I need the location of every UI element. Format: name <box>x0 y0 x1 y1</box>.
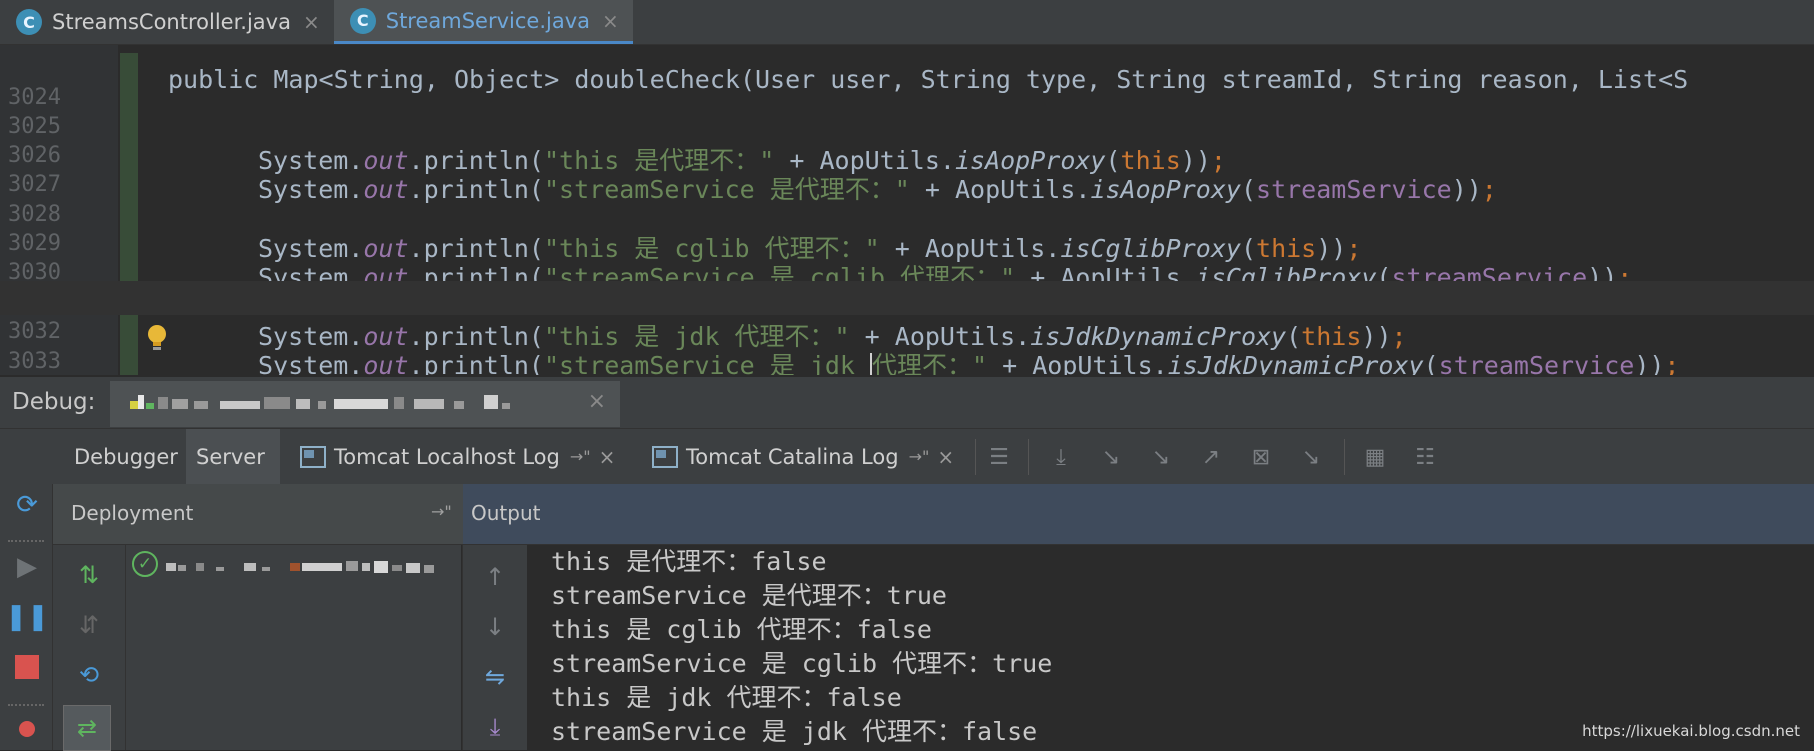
code-line: 3030 <box>0 222 1814 285</box>
tab-label: Tomcat Catalina Log <box>686 444 899 469</box>
step-into-icon[interactable]: ↘ <box>1096 443 1126 471</box>
breakpoints-icon[interactable] <box>12 714 42 744</box>
refresh-icon[interactable]: ⟳ <box>12 490 42 520</box>
blurred-session-name <box>130 395 510 409</box>
console-line: streamService 是 jdk 代理不：false <box>551 717 1038 746</box>
resume-icon[interactable]: ▶ <box>12 552 42 582</box>
code-text: System.out.println("streamService 是 jdk … <box>258 349 1679 375</box>
line-number: 3033 <box>8 349 61 374</box>
run-to-cursor-icon[interactable]: ↘ <box>1296 443 1326 471</box>
close-icon[interactable]: × <box>588 389 606 414</box>
scroll-down-icon[interactable]: ↓ <box>479 611 511 643</box>
tab-debugger[interactable]: Debugger <box>64 429 188 484</box>
code-line-current: 3032 System.out.println("streamService 是… <box>0 281 1814 375</box>
undeploy-icon[interactable]: ⇵ <box>73 609 105 641</box>
close-icon[interactable]: × <box>599 445 616 469</box>
scroll-up-icon[interactable]: ↑ <box>479 561 511 593</box>
trace-icon[interactable]: ☷ <box>1410 443 1440 471</box>
soft-wrap-icon[interactable]: ⇋ <box>479 661 511 693</box>
console-line: streamService 是代理不：true <box>551 581 947 610</box>
editor-tab-bar: C StreamsController.java × C StreamServi… <box>0 0 1814 45</box>
evaluate-expression-icon[interactable]: ▦ <box>1360 443 1390 471</box>
tab-label: Server <box>196 444 265 469</box>
deployment-list[interactable]: ✓ <box>126 545 461 750</box>
tab-label: StreamsController.java <box>52 10 291 34</box>
deployment-title: Deployment <box>71 501 194 525</box>
debug-session-tab[interactable]: × <box>110 381 620 427</box>
close-icon[interactable]: × <box>303 10 320 34</box>
pause-icon[interactable]: ❚❚ <box>5 602 49 632</box>
tab-label: Debugger <box>74 444 178 469</box>
step-over-icon[interactable]: ⤓ <box>1046 443 1076 471</box>
server-panel-header: Deployment →" Output <box>53 484 1814 545</box>
tab-tomcat-catalina-log[interactable]: Tomcat Catalina Log →" × <box>642 429 964 484</box>
separator <box>1028 439 1029 475</box>
console-output[interactable]: this 是代理不：false streamService 是代理不：true … <box>527 545 1814 750</box>
drop-frame-icon[interactable]: ⊠ <box>1246 443 1276 471</box>
separator <box>8 704 44 706</box>
tab-label: Tomcat Localhost Log <box>334 444 560 469</box>
check-icon: ✓ <box>132 551 158 577</box>
redeploy-icon[interactable]: ⟲ <box>73 659 105 691</box>
code-line-partial-bottom: 3033 <box>0 311 1814 374</box>
log-window-icon <box>652 445 678 468</box>
output-title: Output <box>471 501 541 525</box>
force-step-into-icon[interactable]: ↘ <box>1146 443 1176 471</box>
tab-stream-service[interactable]: C StreamService.java × <box>333 0 633 44</box>
close-icon[interactable]: × <box>937 445 954 469</box>
debug-label: Debug: <box>12 389 96 415</box>
deploy-icon[interactable]: ⇅ <box>73 559 105 591</box>
console-line: this 是 cglib 代理不：false <box>551 615 932 644</box>
separator <box>975 439 976 475</box>
lightbulb-icon[interactable] <box>144 323 170 353</box>
debug-tabs-toolbar: Debugger Server Tomcat Localhost Log →" … <box>0 428 1814 484</box>
stop-icon[interactable] <box>12 652 42 682</box>
console-line: streamService 是 cglib 代理不：true <box>551 649 1053 678</box>
debug-header: Debug: × <box>0 376 1814 429</box>
separator <box>8 540 44 542</box>
watermark: https://lixuekai.blog.csdn.net <box>1582 722 1800 740</box>
step-out-icon[interactable]: ↗ <box>1196 443 1226 471</box>
deployment-toolbar: ⇅ ⇵ ⟲ ⇄ <box>53 545 126 751</box>
code-editor[interactable]: public Map<String, Object> doubleCheck(U… <box>0 45 1814 375</box>
log-window-icon <box>300 445 326 468</box>
console-line: this 是代理不：false <box>551 547 827 576</box>
pin-icon[interactable]: →" <box>431 502 452 521</box>
artifact-icon[interactable]: ⇄ <box>63 705 111 751</box>
scroll-to-end-icon[interactable]: ⤓ <box>479 711 511 743</box>
tab-label: StreamService.java <box>385 8 591 33</box>
class-icon: C <box>349 7 376 34</box>
close-icon[interactable]: × <box>602 9 619 33</box>
output-header-bg <box>463 484 1814 544</box>
console-line: this 是 jdk 代理不：false <box>551 683 902 712</box>
show-execution-point-icon[interactable]: ☰ <box>984 443 1014 471</box>
blurred-artifact-name <box>166 561 434 573</box>
code-line: 3027 <box>0 134 1814 197</box>
output-toolbar: ↑ ↓ ⇋ ⤓ <box>462 545 528 750</box>
separator <box>1344 439 1345 475</box>
pin-icon[interactable]: →" <box>570 447 591 466</box>
class-icon: C <box>16 9 42 35</box>
tab-server[interactable]: Server <box>186 429 280 484</box>
pin-icon[interactable]: →" <box>909 447 930 466</box>
tab-tomcat-localhost-log[interactable]: Tomcat Localhost Log →" × <box>290 429 625 484</box>
tab-streams-controller[interactable]: C StreamsController.java × <box>0 0 334 44</box>
